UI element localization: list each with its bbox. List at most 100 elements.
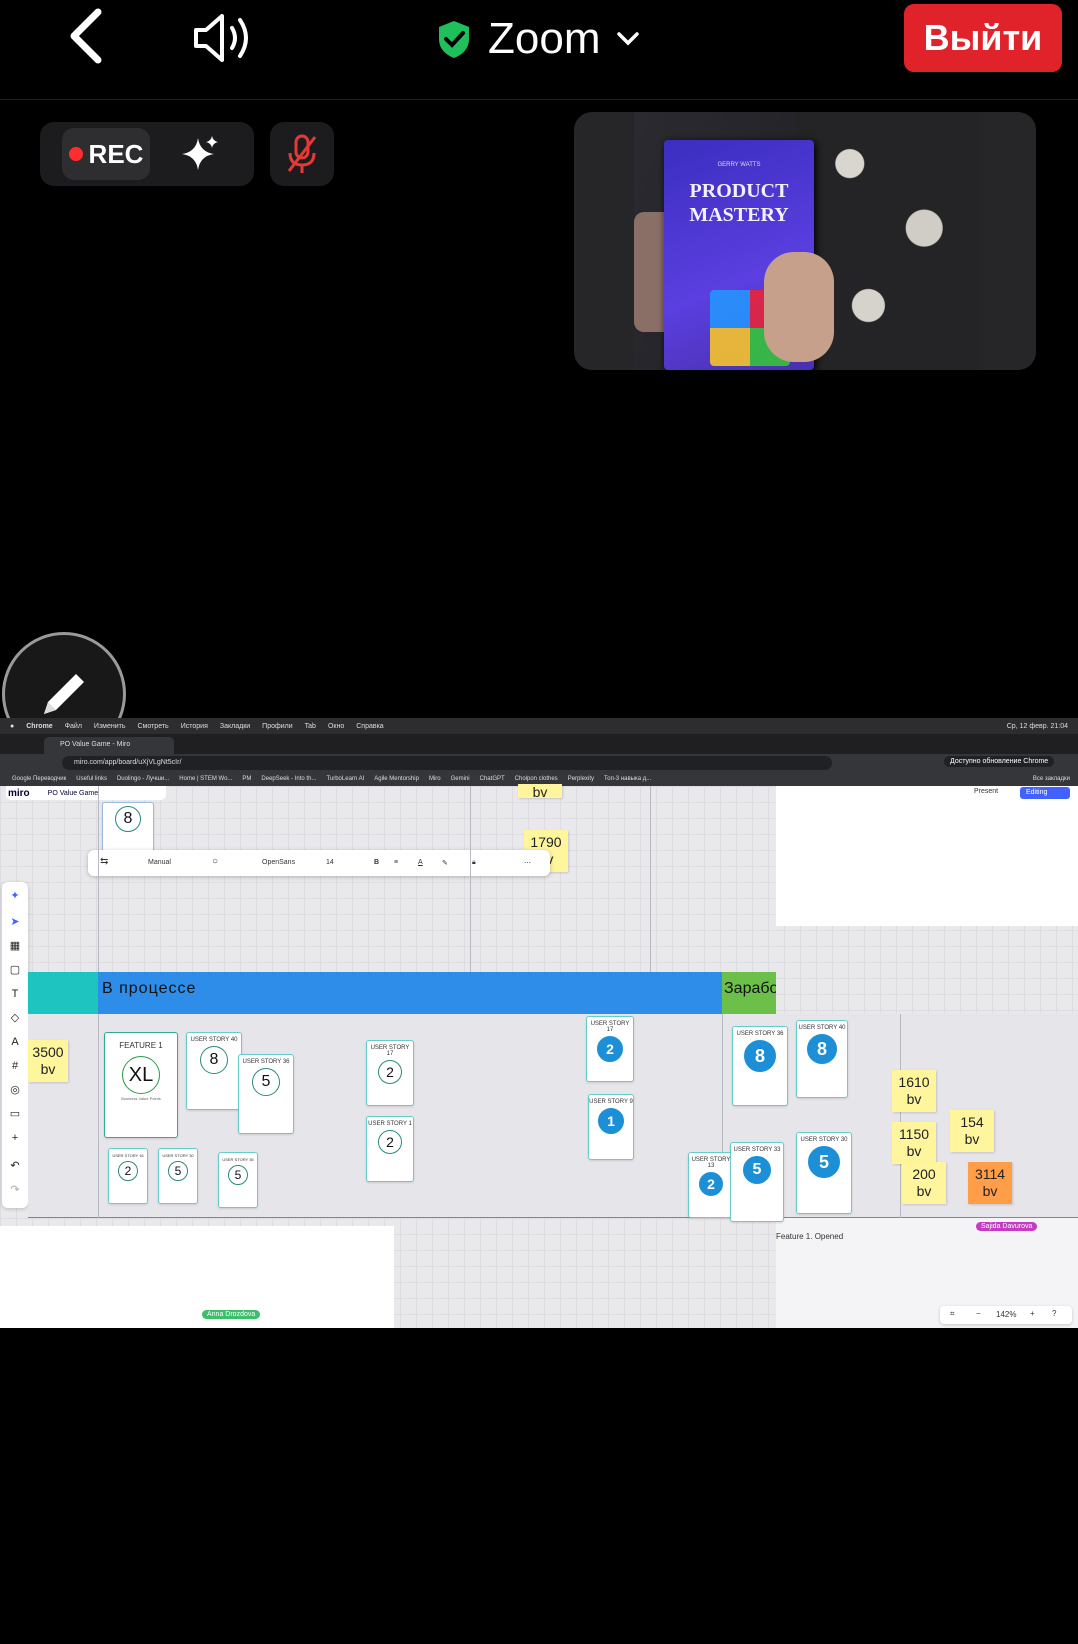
menu-history: История [180, 722, 208, 730]
card-value: 5 [808, 1146, 840, 1178]
bookmark: Useful links [76, 776, 107, 782]
card-user-story-17: USER STORY 17 2 [366, 1040, 414, 1106]
cursor-sajida: Sajida Davurova [976, 1222, 1038, 1231]
sticky-top-bv: bv [518, 784, 562, 800]
card-title: USER STORY 17 [590, 1021, 630, 1033]
url-field: miro.com/app/board/uXjVLgNt5cIr/ [62, 756, 832, 770]
select-icon: ➤ [10, 916, 20, 928]
card-value: 2 [597, 1036, 623, 1062]
bookmark: Gemini [450, 776, 470, 782]
card-user-story-30: USER STORY 30 5 [796, 1132, 852, 1214]
card-title: USER STORY 16 [112, 1153, 144, 1158]
book-title-line1: PRODUCT [689, 180, 789, 202]
palette-icon: ◎ [10, 1084, 20, 1096]
column-divider [900, 1014, 901, 1218]
shared-screen: ● Chrome Файл Изменить Смотреть История … [0, 718, 1078, 1328]
apple-icon: ● [10, 722, 15, 730]
text-color-icon: A [418, 859, 423, 866]
column-divider [650, 786, 651, 972]
ai-icon: ✦ [10, 890, 20, 902]
menu-window: Окно [327, 722, 345, 730]
record-button[interactable]: REC [62, 128, 150, 180]
menu-file: Файл [64, 722, 82, 730]
ai-sparkle-icon[interactable] [180, 134, 220, 174]
meeting-title: Zoom [488, 14, 601, 63]
lane-header-in-progress: В процессе [98, 972, 722, 1014]
bookmark: Perplexity [567, 776, 595, 782]
format-toolbar: ⇆ Manual ○ OpenSans 14 B ≡ A ✎ 🔒︎ ⋯ [88, 850, 550, 876]
bookmark: Duolingo - Лучши... [116, 776, 170, 782]
card-title: FEATURE 1 [119, 1041, 163, 1050]
card-value: 8 [807, 1034, 837, 1064]
bookmark: PM [242, 776, 252, 782]
back-chevron-icon[interactable] [62, 6, 112, 66]
font-size: 14 [326, 859, 334, 866]
menu-tab: Tab [304, 722, 316, 730]
card-top-8: 8 [102, 802, 154, 852]
card-value: 5 [228, 1165, 248, 1185]
chevron-down-icon [617, 32, 640, 46]
frame-label-feature-opened: Feature 1. Opened [776, 1232, 844, 1241]
bookmark: Home | STEM Wo... [179, 776, 233, 782]
undo-icon: ↶ [10, 1160, 20, 1172]
address-bar: miro.com/app/board/uXjVLgNt5cIr/ Доступн… [0, 754, 1078, 772]
card-title: USER STORY 13 [691, 1157, 731, 1169]
card-title: USER STORY 40 [190, 1037, 238, 1043]
sticky-1610: 1610 bv [892, 1070, 936, 1112]
book-title-line2: MASTERY [689, 204, 789, 226]
card-value: 5 [743, 1156, 771, 1184]
card-title: USER STORY 30 [162, 1153, 194, 1158]
bookmark: DeepSeek - Into th... [261, 776, 317, 782]
shapes-icon: ◇ [10, 1012, 20, 1024]
card-user-story-1: USER STORY 1 2 [366, 1116, 414, 1182]
exit-button[interactable]: Выйти [904, 4, 1062, 72]
recording-controls: REC [40, 122, 254, 186]
card-user-story-13: USER STORY 13 2 [688, 1152, 734, 1218]
zoom-out-icon: − [976, 1309, 981, 1318]
text-icon: T [11, 988, 19, 1000]
bookmark: Cholpon clothes [514, 776, 558, 782]
font-family: OpenSans [262, 859, 296, 866]
participant-video-tile[interactable]: GERRY WATTS PRODUCT MASTERY [574, 112, 1036, 370]
menu-edit: Изменить [93, 722, 126, 730]
card-title: USER STORY 30 [800, 1137, 848, 1143]
pen-icon: A [11, 1036, 19, 1048]
card-small-2: USER STORY 30 5 [158, 1148, 198, 1204]
text-align-icon: ≡ [394, 859, 399, 866]
card-value: 2 [118, 1161, 138, 1181]
card-small-1: USER STORY 16 2 [108, 1148, 148, 1204]
collaboration-bar: Present Editing [794, 786, 1072, 800]
menu-view: Смотреть [137, 722, 169, 730]
card-value: XL [122, 1056, 160, 1094]
lane-header-earned: Зарабо [722, 972, 776, 1014]
board-name: PO Value Game [47, 789, 99, 797]
lock-icon: 🔒︎ [472, 859, 476, 866]
menu-profiles: Профили [262, 722, 293, 730]
record-dot-icon [68, 147, 83, 161]
mute-button[interactable] [270, 122, 334, 186]
bookmark: ChatGPT [479, 776, 505, 782]
record-label: REC [88, 138, 144, 169]
menu-help: Справка [356, 722, 384, 730]
column-divider [470, 786, 471, 972]
browser-tab-bar: PO Value Game - Miro [0, 734, 1078, 754]
card-value: 5 [252, 1068, 280, 1096]
card-user-story-36: USER STORY 36 5 [238, 1054, 294, 1134]
card-user-story-33: USER STORY 33 5 [730, 1142, 784, 1222]
editing-button: Editing [1020, 787, 1070, 799]
lane-header-teal [28, 972, 98, 1014]
miro-left-toolbar: ✦ ➤ ▦ ▢ T ◇ A # ◎ ▭ + ↶ ↷ [2, 882, 28, 1208]
card-small-3: USER STORY 35 5 [218, 1152, 258, 1208]
card-title: USER STORY 40 [798, 1025, 846, 1031]
card-title: USER STORY 9 [589, 1099, 633, 1105]
card-subtitle: Business Value Points [121, 1096, 161, 1101]
board-white-frame [0, 1226, 394, 1328]
bookmark: Google Переводчик [12, 776, 67, 782]
meeting-title-dropdown[interactable]: Zoom [436, 14, 640, 64]
card-value: 8 [115, 806, 141, 832]
card-value: 8 [744, 1040, 776, 1072]
present-button: Present [974, 788, 999, 795]
card-user-story-36-blue: USER STORY 36 8 [732, 1026, 788, 1106]
zoom-top-bar: Zoom Выйти [0, 0, 1078, 100]
speaker-icon[interactable] [190, 12, 256, 64]
